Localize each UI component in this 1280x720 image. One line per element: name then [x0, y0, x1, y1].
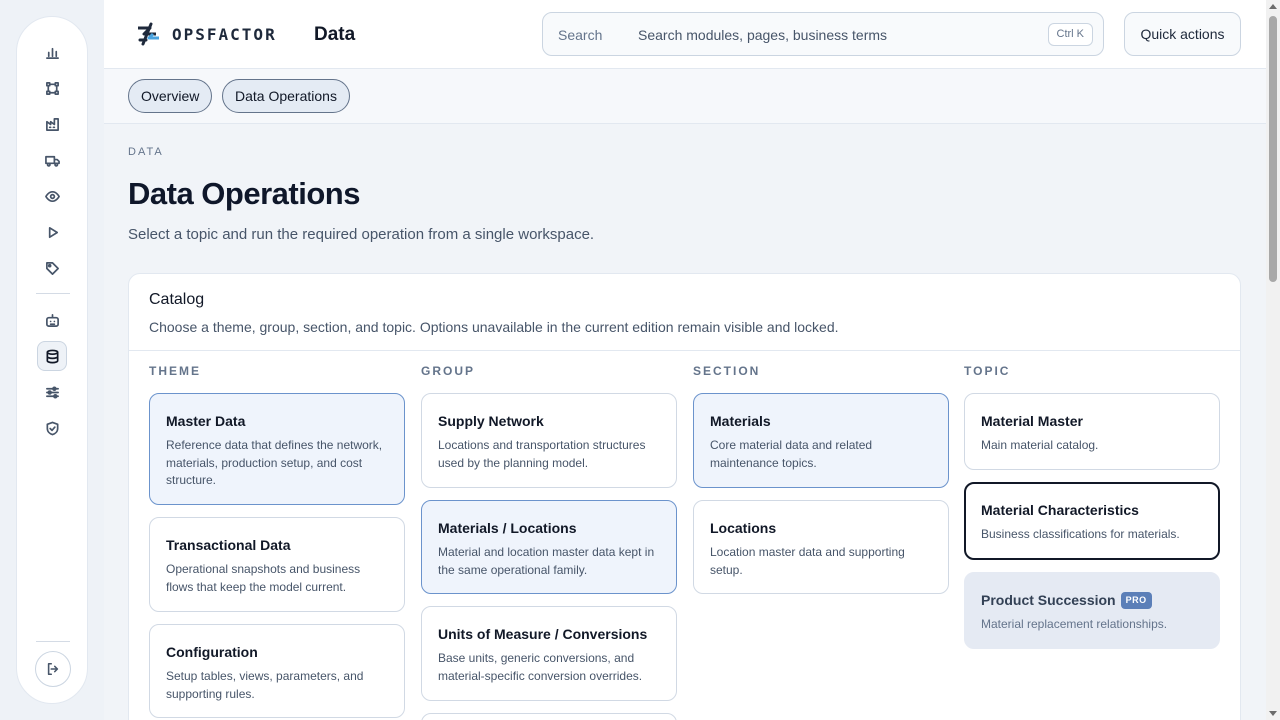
page-title: Data Operations: [128, 176, 360, 211]
section-card-materials[interactable]: Materials Core material data and related…: [693, 393, 949, 488]
global-search[interactable]: Search Ctrl K: [542, 12, 1104, 56]
theme-card-configuration[interactable]: Configuration Setup tables, views, param…: [149, 624, 405, 718]
logout-button[interactable]: [35, 651, 71, 687]
card-description: Core material data and related maintenan…: [710, 438, 873, 470]
nav-data[interactable]: [37, 341, 67, 371]
group-card-units-of-measure[interactable]: Units of Measure / Conversions Base unit…: [421, 606, 677, 701]
card-description: Locations and transportation structures …: [438, 438, 646, 470]
nav-analytics[interactable]: [37, 37, 67, 67]
card-title-text: Product Succession: [981, 592, 1116, 608]
card-title: Configuration: [166, 644, 258, 660]
card-title: Materials / Locations: [438, 520, 577, 536]
nav-settings[interactable]: [37, 377, 67, 407]
network-icon: [45, 81, 59, 95]
scroll-up-arrow-icon[interactable]: [1269, 4, 1277, 9]
card-description: Setup tables, views, parameters, and sup…: [166, 669, 364, 701]
tab-overview[interactable]: Overview: [128, 79, 213, 113]
nav-transport[interactable]: [37, 145, 67, 175]
main-area: OPSFACTOR Data Search Ctrl K Quick actio…: [104, 0, 1266, 720]
section-heading: SECTION: [693, 364, 761, 378]
card-description: Location master data and supporting setu…: [710, 545, 905, 577]
group-heading: GROUP: [421, 364, 476, 378]
catalog-title: Catalog: [149, 291, 205, 308]
nav-monitoring[interactable]: [37, 181, 67, 211]
card-description: Material replacement relationships.: [981, 617, 1168, 631]
card-title: Supply Network: [438, 413, 544, 429]
theme-heading: THEME: [149, 364, 201, 378]
theme-card-master-data[interactable]: Master Data Reference data that defines …: [149, 393, 405, 505]
nav-separator: [36, 641, 70, 642]
top-bar: OPSFACTOR Data Search Ctrl K Quick actio…: [104, 0, 1266, 69]
theme-column: THEME Master Data Reference data that de…: [149, 364, 405, 718]
topic-column: TOPIC Material Master Main material cata…: [964, 364, 1220, 649]
nav-production[interactable]: [37, 109, 67, 139]
card-title: Material Master: [981, 413, 1083, 429]
play-icon: [48, 226, 58, 238]
breadcrumb: DATA: [128, 146, 164, 158]
truck-icon: [44, 155, 60, 167]
nav-security[interactable]: [37, 413, 67, 443]
section-card-locations[interactable]: Locations Location master data and suppo…: [693, 500, 949, 594]
nav-rail: [16, 16, 88, 704]
database-icon: [46, 349, 58, 363]
card-title: Materials: [710, 413, 771, 429]
sliders-icon: [45, 386, 59, 398]
nav-pricing[interactable]: [37, 253, 67, 283]
catalog-header: Catalog Choose a theme, group, section, …: [129, 274, 1240, 351]
card-description: Main material catalog.: [981, 438, 1099, 452]
catalog-panel: Catalog Choose a theme, group, section, …: [128, 273, 1241, 720]
topic-card-material-master[interactable]: Material Master Main material catalog.: [964, 393, 1220, 470]
group-card-materials-locations[interactable]: Materials / Locations Material and locat…: [421, 500, 677, 594]
section-column: SECTION Materials Core material data and…: [693, 364, 949, 594]
card-description: Base units, generic conversions, and mat…: [438, 651, 643, 683]
card-title: Material Characteristics: [981, 502, 1139, 518]
logout-icon: [47, 662, 59, 676]
card-title: Master Data: [166, 413, 246, 429]
search-input[interactable]: [638, 23, 1038, 47]
card-title: Locations: [710, 520, 777, 536]
group-card-more[interactable]: [421, 713, 677, 720]
nav-run[interactable]: [37, 217, 67, 247]
tab-bar: Overview Data Operations: [104, 69, 1266, 124]
tab-data-operations[interactable]: Data Operations: [222, 79, 350, 113]
card-title: Units of Measure / Conversions: [438, 626, 648, 642]
eye-icon: [44, 190, 60, 202]
nav-automation[interactable]: [37, 305, 67, 335]
search-shortcut-hint: Ctrl K: [1047, 23, 1093, 46]
topic-card-material-characteristics[interactable]: Material Characteristics Business classi…: [964, 482, 1220, 560]
opsfactor-logo-icon: [138, 22, 159, 46]
quick-actions-button[interactable]: Quick actions: [1124, 12, 1241, 56]
nav-network[interactable]: [37, 73, 67, 103]
group-column: GROUP Supply Network Locations and trans…: [421, 364, 677, 720]
group-card-supply-network[interactable]: Supply Network Locations and transportat…: [421, 393, 677, 488]
nav-separator: [36, 293, 70, 294]
shield-check-icon: [46, 421, 58, 435]
bar-chart-icon: [45, 47, 59, 59]
pro-badge: PRO: [1120, 592, 1152, 609]
brand-logo[interactable]: OPSFACTOR: [134, 21, 277, 47]
factory-icon: [45, 117, 59, 131]
search-label: Search: [558, 27, 603, 43]
page-subtitle: Select a topic and run the required oper…: [128, 226, 595, 243]
tag-icon: [45, 261, 59, 275]
card-description: Operational snapshots and business flows…: [166, 562, 361, 594]
topic-heading: TOPIC: [964, 364, 1011, 378]
scroll-down-arrow-icon[interactable]: [1269, 711, 1277, 716]
card-description: Reference data that defines the network,…: [166, 438, 383, 487]
catalog-description: Choose a theme, group, section, and topi…: [149, 319, 839, 335]
page-scrollbar[interactable]: [1266, 0, 1280, 720]
card-title: Product Succession PRO: [981, 592, 1152, 609]
theme-card-transactional-data[interactable]: Transactional Data Operational snapshots…: [149, 517, 405, 612]
card-description: Material and location master data kept i…: [438, 545, 655, 577]
card-description: Business classifications for materials.: [981, 527, 1180, 541]
topic-card-product-succession[interactable]: Product Succession PRO Material replaceme…: [964, 572, 1220, 649]
brand-name: OPSFACTOR: [172, 24, 277, 44]
card-title: Transactional Data: [166, 537, 291, 553]
scrollbar-thumb[interactable]: [1269, 16, 1277, 282]
section-title: Data: [314, 24, 356, 45]
robot-icon: [45, 313, 59, 327]
